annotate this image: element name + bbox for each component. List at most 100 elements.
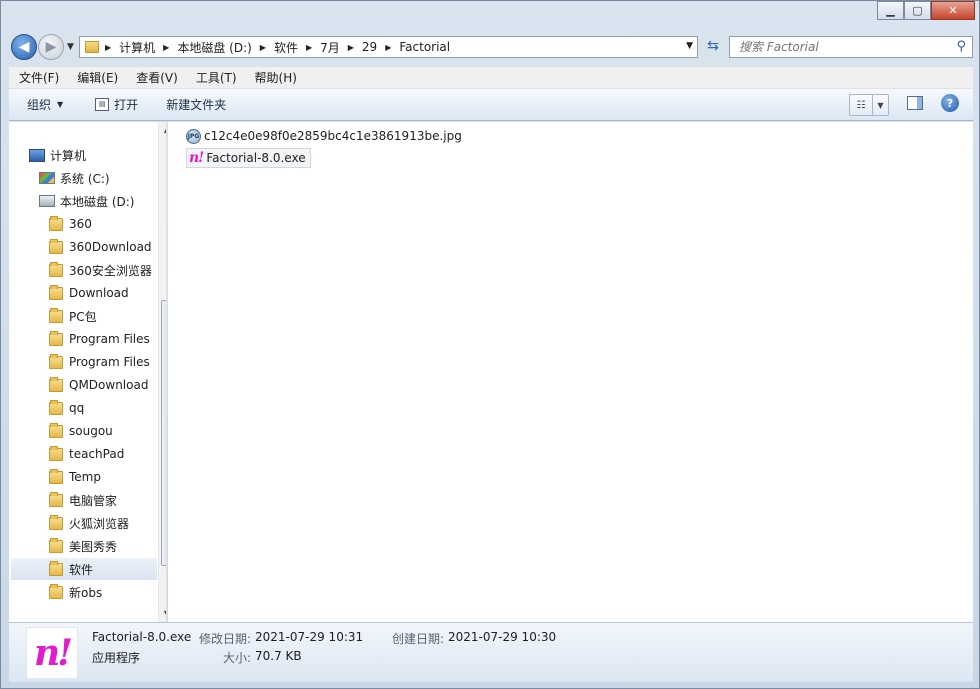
folder-icon (49, 560, 63, 576)
folder-icon (49, 468, 63, 484)
tree-folder-label: qq (69, 401, 85, 415)
menu-edit[interactable]: 编辑(E) (67, 69, 126, 86)
tree-folder[interactable]: PC包 (49, 305, 97, 327)
menu-tools[interactable]: 工具(T) (186, 69, 245, 86)
tree-folder[interactable]: 火狐浏览器 (49, 512, 129, 534)
minimize-button[interactable]: ▁ (877, 1, 904, 20)
breadcrumb-arrow-icon[interactable]: ▶ (306, 43, 312, 52)
tree-folder-label: Download (69, 286, 129, 300)
file-item[interactable]: JPG c12c4e0e98f0e2859bc4c1e3861913be.jpg (186, 126, 466, 146)
tree-folder[interactable]: 360Download (49, 236, 152, 258)
address-dropdown-icon[interactable]: ▼ (686, 41, 693, 51)
breadcrumb: ▶ 计算机 ▶ 本地磁盘 (D:) ▶ 软件 ▶ 7月 ▶ 29 ▶ Facto… (105, 39, 450, 56)
folder-icon (85, 41, 99, 53)
recent-pages-dropdown[interactable]: ▼ (67, 42, 74, 52)
menu-file[interactable]: 文件(F) (9, 69, 67, 86)
tree-folder[interactable]: sougou (49, 420, 113, 442)
address-bar[interactable]: ▶ 计算机 ▶ 本地磁盘 (D:) ▶ 软件 ▶ 7月 ▶ 29 ▶ Facto… (79, 36, 698, 58)
breadcrumb-item-29[interactable]: 29 (362, 40, 377, 54)
breadcrumb-item-factorial[interactable]: Factorial (399, 40, 450, 54)
tree-folder[interactable]: Program Files (49, 351, 150, 373)
folder-icon (49, 537, 63, 553)
organize-button[interactable]: 组织 ▼ (27, 96, 63, 113)
folder-icon (49, 399, 63, 415)
tree-folder-label: QMDownload (69, 378, 149, 392)
open-button[interactable]: ▤ 打开 (95, 96, 138, 113)
search-input[interactable] (730, 37, 930, 57)
file-name: c12c4e0e98f0e2859bc4c1e3861913be.jpg (204, 129, 462, 143)
breadcrumb-item-drive-d[interactable]: 本地磁盘 (D:) (177, 39, 251, 56)
preview-pane-icon[interactable] (907, 96, 923, 110)
new-folder-button[interactable]: 新建文件夹 (166, 96, 226, 113)
breadcrumb-arrow-icon[interactable]: ▶ (385, 43, 391, 52)
tree-folder[interactable]: Temp (49, 466, 101, 488)
folder-icon (49, 353, 63, 369)
title-bar: ▁ ▢ ✕ (1, 1, 980, 31)
search-icon[interactable]: ⚲ (956, 39, 966, 54)
scroll-down-icon[interactable]: ▼ (159, 606, 166, 622)
tree-folder[interactable]: QMDownload (49, 374, 148, 396)
file-item-selected[interactable]: n! Factorial-8.0.exe (186, 148, 311, 168)
tree-folder[interactable]: Program Files (49, 328, 150, 350)
tree-folder[interactable]: 电脑管家 (49, 489, 117, 511)
forward-button[interactable]: ▶ (38, 34, 64, 60)
breadcrumb-item-software[interactable]: 软件 (274, 39, 298, 56)
tree-folder[interactable]: 360安全浏览器 (49, 259, 152, 281)
factorial-app-icon: n! (34, 632, 73, 674)
tree-folder[interactable]: 360 (49, 213, 92, 235)
view-options-icon[interactable]: ☷ (850, 95, 872, 115)
tree-folder-selected[interactable]: 软件 (11, 558, 157, 580)
breadcrumb-arrow-icon[interactable]: ▶ (105, 43, 111, 52)
tree-folder-label: 电脑管家 (69, 493, 118, 508)
view-dropdown-icon[interactable]: ▼ (872, 95, 888, 115)
breadcrumb-arrow-icon[interactable]: ▶ (348, 43, 354, 52)
search-box: ⚲ (729, 36, 973, 58)
tree-folder[interactable]: 新obs (49, 581, 102, 603)
open-label: 打开 (114, 98, 139, 112)
scroll-up-icon[interactable]: ▲ (159, 122, 166, 138)
close-button[interactable]: ✕ (931, 1, 975, 20)
tree-folder-label: 360 (69, 217, 92, 231)
menu-view[interactable]: 查看(V) (126, 69, 186, 86)
breadcrumb-arrow-icon[interactable]: ▶ (260, 43, 266, 52)
navigation-pane: 计算机 系统 (C:) 本地磁盘 (D:) 360 360Download 36… (9, 122, 167, 622)
chevron-down-icon: ▼ (57, 100, 64, 109)
new-folder-label: 新建文件夹 (166, 98, 227, 112)
tree-folder-label: Program Files (69, 332, 150, 346)
tree-item-label: 计算机 (50, 148, 87, 163)
scrollbar-thumb[interactable]: ≡ (161, 300, 166, 566)
tree-folder[interactable]: teachPad (49, 443, 124, 465)
window-controls: ▁ ▢ ✕ (877, 1, 975, 20)
back-button[interactable]: ◀ (11, 34, 37, 60)
vertical-scrollbar[interactable]: ▲ ≡ ▼ (158, 122, 166, 622)
tree-folder-label: PC包 (69, 309, 97, 324)
breadcrumb-item-july[interactable]: 7月 (320, 39, 340, 56)
breadcrumb-arrow-icon[interactable]: ▶ (163, 43, 169, 52)
folder-icon (49, 307, 63, 323)
tree-item-drive-d[interactable]: 本地磁盘 (D:) (39, 190, 134, 212)
tree-item-drive-c[interactable]: 系统 (C:) (39, 167, 110, 189)
maximize-button[interactable]: ▢ (904, 1, 931, 20)
help-icon[interactable]: ? (941, 94, 959, 112)
details-size-value: 70.7 KB (255, 649, 302, 663)
tree-folder-label: teachPad (69, 447, 125, 461)
navigation-row: ◀ ▶ ▼ ▶ 计算机 ▶ 本地磁盘 (D:) ▶ 软件 ▶ 7月 ▶ 29 ▶… (9, 33, 973, 60)
change-view-control: ☷ ▼ (849, 94, 889, 116)
tree-folder[interactable]: qq (49, 397, 84, 419)
folder-icon (49, 376, 63, 392)
file-thumbnail: n! (26, 627, 78, 679)
folder-icon (49, 583, 63, 599)
details-pane: n! Factorial-8.0.exe 应用程序 修改日期: 2021-07-… (9, 622, 973, 682)
tree-folder-label: 新obs (69, 585, 103, 600)
details-created-value: 2021-07-29 10:30 (448, 630, 557, 644)
hard-drive-icon (39, 195, 55, 207)
tree-folder[interactable]: Download (49, 282, 129, 304)
menu-help[interactable]: 帮助(H) (245, 69, 305, 86)
breadcrumb-item-computer[interactable]: 计算机 (119, 39, 155, 56)
tree-item-computer[interactable]: 计算机 (29, 144, 86, 166)
grip-icon: ≡ (165, 427, 166, 436)
tree-folder[interactable]: 美图秀秀 (49, 535, 117, 557)
tree-item-label: 本地磁盘 (D:) (60, 194, 135, 209)
system-drive-icon (39, 172, 55, 184)
refresh-icon[interactable]: ⇆ (702, 38, 724, 58)
